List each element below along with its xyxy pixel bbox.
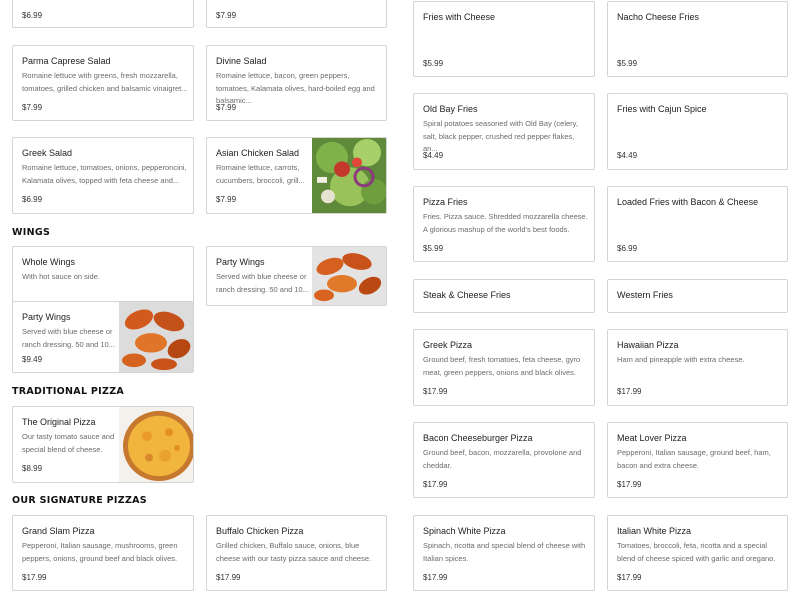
item-description: Pepperoni, Italian sausage, mushrooms, g… (22, 541, 178, 563)
item-description: Romaine lettuce, bacon, green peppers, t… (216, 71, 375, 105)
item-name: Fries with Cheese (423, 12, 496, 22)
menu-item-card[interactable]: Bacon Cheeseburger Pizza Ground beef, ba… (413, 422, 595, 498)
item-price: $5.99 (617, 59, 638, 68)
menu-item-card[interactable]: Pizza Fries Fries. Pizza sauce. Shredded… (413, 186, 595, 262)
menu-item-card[interactable]: Hawaiian Pizza Ham and pineapple with ex… (607, 329, 788, 406)
menu-item-card[interactable]: Party Wings Served with blue cheese or r… (206, 246, 387, 306)
item-name: Grand Slam Pizza (22, 526, 95, 536)
item-description: Ground beef, bacon, mozzarella, provolon… (423, 448, 582, 470)
menu-item-card[interactable]: Italian White Pizza Tomatoes, broccoli, … (607, 515, 788, 591)
menu-item-card[interactable]: Old Bay Fries Spiral potatoes seasoned w… (413, 93, 595, 170)
item-price: $5.99 (423, 244, 444, 253)
item-name: Greek Pizza (423, 340, 473, 350)
menu-item-card[interactable]: Asian Chicken Salad Romaine lettuce, car… (206, 137, 387, 214)
item-name: Loaded Fries with Bacon & Cheese (617, 197, 759, 207)
item-name: Greek Salad (22, 148, 73, 158)
item-price: $17.99 (617, 387, 642, 396)
menu-item-card[interactable]: $6.99 (12, 0, 194, 28)
menu-item-card[interactable]: Western Fries (607, 279, 788, 313)
menu-item-card[interactable]: Meat Lover Pizza Pepperoni, Italian saus… (607, 422, 788, 498)
section-title-wings: WINGS (12, 227, 51, 238)
item-description: Pepperoni, Italian sausage, ground beef,… (617, 448, 771, 470)
salad-photo (312, 138, 386, 213)
section-title-traditional-pizza: TRADITIONAL PIZZA (12, 386, 125, 397)
item-price: $17.99 (216, 573, 241, 582)
item-description: Ham and pineapple with extra cheese. (617, 355, 745, 364)
item-description: Tomatoes, broccoli, feta, ricotta and a … (617, 541, 776, 563)
item-description: Romaine lettuce, tomatoes, onions, peppe… (22, 163, 187, 185)
menu-item-card[interactable]: Parma Caprese Salad Romaine lettuce with… (12, 45, 194, 121)
item-name: Meat Lover Pizza (617, 433, 687, 443)
menu-item-card[interactable]: The Original Pizza Our tasty tomato sauc… (12, 406, 194, 483)
item-description: Our tasty tomato sauce and special blend… (22, 432, 115, 454)
menu-item-card[interactable]: Steak & Cheese Fries (413, 279, 595, 313)
item-description: Ground beef, fresh tomatoes, feta cheese… (423, 355, 581, 377)
item-name: Western Fries (617, 290, 673, 300)
item-price: $7.99 (22, 103, 43, 112)
menu-item-card[interactable]: $7.99 (206, 0, 387, 28)
menu-item-card[interactable]: Nacho Cheese Fries $5.99 (607, 1, 788, 77)
item-price: $8.99 (22, 464, 43, 473)
item-description: Served with blue cheese or ranch dressin… (22, 327, 115, 349)
menu-item-card[interactable]: Grand Slam Pizza Pepperoni, Italian saus… (12, 515, 194, 591)
item-name: Fries with Cajun Spice (617, 104, 707, 114)
item-price: $7.99 (216, 11, 237, 20)
menu-item-card[interactable]: Fries with Cheese $5.99 (413, 1, 595, 77)
item-price: $4.49 (423, 151, 444, 160)
item-name: Steak & Cheese Fries (423, 290, 511, 300)
item-name: Italian White Pizza (617, 526, 692, 536)
item-name: Asian Chicken Salad (216, 148, 300, 158)
menu-item-card[interactable]: Fries with Cajun Spice $4.49 (607, 93, 788, 170)
menu-item-card[interactable]: Greek Pizza Ground beef, fresh tomatoes,… (413, 329, 595, 406)
item-name: Party Wings (216, 257, 265, 267)
item-description: Romaine lettuce with greens, fresh mozza… (22, 71, 188, 93)
item-price: $17.99 (22, 573, 47, 582)
item-name: Nacho Cheese Fries (617, 12, 700, 22)
item-name: Pizza Fries (423, 197, 468, 207)
menu-item-card[interactable]: Greek Salad Romaine lettuce, tomatoes, o… (12, 137, 194, 214)
item-name: Divine Salad (216, 56, 267, 66)
item-name: Parma Caprese Salad (22, 56, 111, 66)
item-name: Party Wings (22, 312, 71, 322)
item-name: The Original Pizza (22, 417, 96, 427)
item-price: $4.49 (617, 151, 638, 160)
item-price: $17.99 (423, 480, 448, 489)
item-name: Buffalo Chicken Pizza (216, 526, 304, 536)
item-name: Hawaiian Pizza (617, 340, 679, 350)
item-price: $6.99 (22, 11, 43, 20)
item-price: $17.99 (617, 573, 642, 582)
item-name: Old Bay Fries (423, 104, 478, 114)
item-name: Bacon Cheeseburger Pizza (423, 433, 533, 443)
item-price: $17.99 (617, 480, 642, 489)
menu-item-card[interactable]: Party Wings Served with blue cheese or r… (12, 301, 194, 373)
item-description: Romaine lettuce, carrots, cucumbers, bro… (216, 163, 305, 185)
item-name: Spinach White Pizza (423, 526, 506, 536)
item-price: $17.99 (423, 573, 448, 582)
section-title-signature-pizzas: OUR SIGNATURE PIZZAS (12, 495, 147, 506)
item-description: Spinach, ricotta and special blend of ch… (423, 541, 586, 563)
item-price: $5.99 (423, 59, 444, 68)
menu-item-card[interactable]: Divine Salad Romaine lettuce, bacon, gre… (206, 45, 387, 121)
item-price: $6.99 (617, 244, 638, 253)
menu-item-card[interactable]: Buffalo Chicken Pizza Grilled chicken, B… (206, 515, 387, 591)
item-name: Whole Wings (22, 257, 76, 267)
wings-photo (119, 302, 193, 372)
wings-photo (312, 247, 386, 305)
item-price: $7.99 (216, 195, 237, 204)
item-description: Grilled chicken, Buffalo sauce, onions, … (216, 541, 372, 563)
pizza-photo (119, 407, 193, 482)
item-price: $17.99 (423, 387, 448, 396)
item-description: Served with blue cheese or ranch dressin… (216, 272, 309, 294)
item-description: With hot sauce on side. (22, 272, 100, 281)
item-description: Fries. Pizza sauce. Shredded mozzarella … (423, 212, 588, 234)
item-price: $7.99 (216, 103, 237, 112)
menu-item-card[interactable]: Spinach White Pizza Spinach, ricotta and… (413, 515, 595, 591)
item-description: Spiral potatoes seasoned with Old Bay (c… (423, 119, 578, 153)
item-price: $9.49 (22, 355, 43, 364)
item-price: $6.99 (22, 195, 43, 204)
menu-item-card[interactable]: Loaded Fries with Bacon & Cheese $6.99 (607, 186, 788, 262)
